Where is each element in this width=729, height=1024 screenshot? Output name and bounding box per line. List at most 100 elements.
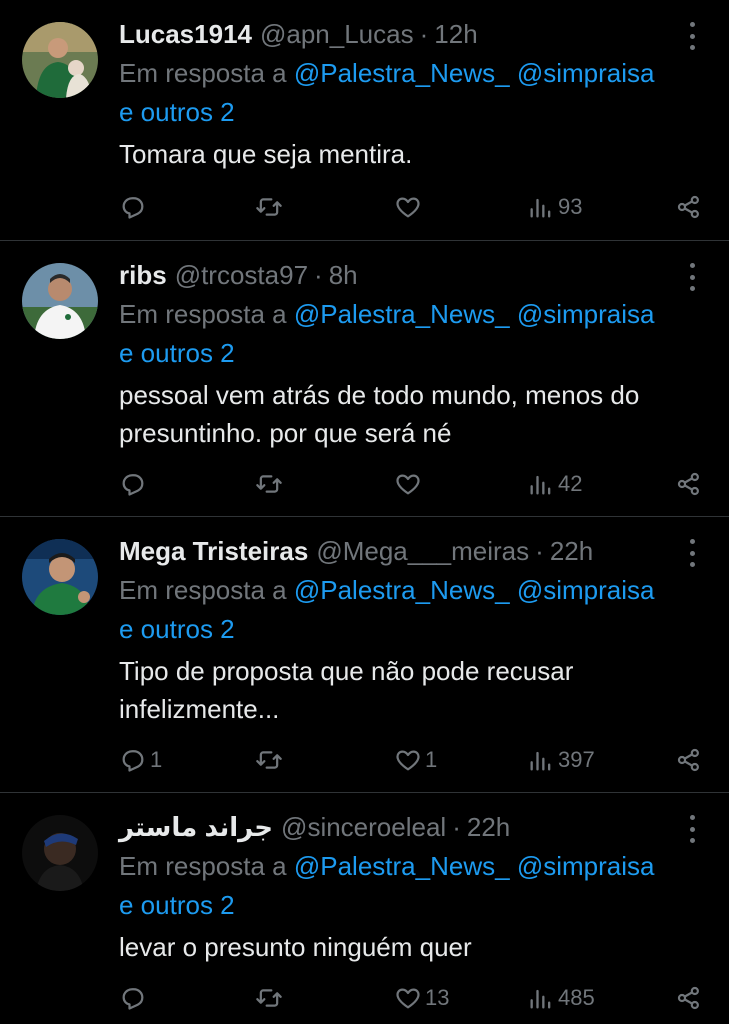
mention-link[interactable]: @simpraisa	[517, 299, 655, 329]
timestamp[interactable]: 12h	[434, 14, 477, 54]
user-handle[interactable]: @trcosta97	[175, 255, 308, 295]
heart-icon	[396, 988, 420, 1009]
more-icon[interactable]	[685, 539, 699, 567]
others-link[interactable]: e outros 2	[119, 97, 235, 127]
views-button[interactable]: 397	[527, 746, 595, 774]
like-button[interactable]: 13	[394, 984, 449, 1012]
view-count: 397	[558, 747, 595, 772]
others-link[interactable]: e outros 2	[119, 338, 235, 368]
mention-link[interactable]: @Palestra_News_	[294, 58, 510, 88]
retweet-button[interactable]	[255, 193, 286, 221]
retweet-icon	[256, 198, 282, 216]
like-button[interactable]	[394, 193, 425, 221]
reply-icon	[122, 197, 144, 219]
share-button[interactable]	[675, 746, 703, 774]
mention-link[interactable]: @simpraisa	[517, 575, 655, 605]
reply-button[interactable]	[119, 984, 150, 1012]
display-name[interactable]: Mega Tristeiras	[119, 531, 308, 571]
reply-icon	[122, 474, 144, 496]
reply-prefix: Em resposta a	[119, 58, 294, 88]
separator-dot: ·	[535, 536, 544, 566]
action-bar: 1 1 397	[119, 742, 699, 778]
tweet[interactable]: Mega Tristeiras @Mega___meiras · 22h Em …	[0, 517, 729, 793]
tweet[interactable]: جراند ماستر @sinceroeleal · 22h Em respo…	[0, 793, 729, 1024]
reply-context: Em resposta a @Palestra_News_ @simpraisa…	[119, 847, 699, 925]
avatar[interactable]	[22, 539, 98, 615]
timestamp[interactable]: 22h	[467, 807, 510, 847]
tweet-text: Tipo de proposta que não pode recusar in…	[119, 652, 699, 728]
user-handle[interactable]: @Mega___meiras	[316, 531, 529, 571]
views-icon	[530, 198, 551, 218]
view-count: 42	[558, 471, 583, 496]
more-icon[interactable]	[685, 22, 699, 50]
share-icon	[677, 748, 699, 772]
more-icon[interactable]	[685, 263, 699, 291]
separator-dot: ·	[419, 19, 429, 49]
retweet-button[interactable]	[255, 746, 286, 774]
display-name[interactable]: ribs	[119, 255, 167, 295]
retweet-button[interactable]	[255, 470, 286, 498]
more-icon[interactable]	[685, 815, 699, 843]
share-button[interactable]	[675, 193, 703, 221]
reply-prefix: Em resposta a	[119, 299, 294, 329]
reply-context: Em resposta a @Palestra_News_ @simpraisa…	[119, 54, 699, 132]
reply-icon	[122, 750, 144, 772]
action-bar: 42	[119, 466, 699, 502]
others-link[interactable]: e outros 2	[119, 614, 235, 644]
tweet-text: levar o presunto ninguém quer	[119, 928, 699, 966]
reply-context: Em resposta a @Palestra_News_ @simpraisa…	[119, 295, 699, 373]
tweet[interactable]: Lucas1914 @apn_Lucas · 12h Em resposta a…	[0, 0, 729, 241]
timestamp[interactable]: 22h	[550, 531, 593, 571]
mention-link[interactable]: @simpraisa	[517, 58, 655, 88]
mention-link[interactable]: @Palestra_News_	[294, 575, 510, 605]
avatar[interactable]	[22, 263, 98, 339]
share-icon	[677, 472, 699, 496]
reply-button[interactable]	[119, 470, 150, 498]
timestamp[interactable]: 8h	[329, 255, 358, 295]
tweet-text-line: infelizmente...	[119, 694, 280, 724]
views-icon	[530, 751, 551, 771]
reply-context: Em resposta a @Palestra_News_ @simpraisa…	[119, 571, 699, 649]
views-icon	[530, 989, 551, 1009]
reply-prefix: Em resposta a	[119, 575, 294, 605]
reply-button[interactable]: 1	[119, 746, 162, 774]
others-link[interactable]: e outros 2	[119, 890, 235, 920]
action-bar: 93	[119, 189, 699, 225]
share-button[interactable]	[675, 470, 703, 498]
like-button[interactable]	[394, 470, 425, 498]
tweet-text-line: pessoal vem atrás de todo mundo, menos d…	[119, 380, 640, 410]
separator-dot: ·	[452, 812, 461, 842]
tweet-text-line: presuntinho. por que será né	[119, 418, 452, 448]
avatar[interactable]	[22, 22, 98, 98]
views-icon	[530, 475, 551, 495]
mention-link[interactable]: @Palestra_News_	[294, 299, 510, 329]
views-button[interactable]: 93	[527, 193, 582, 221]
tweet-text-line: levar o presunto ninguém quer	[119, 932, 472, 962]
share-button[interactable]	[675, 984, 703, 1012]
reply-feed: Lucas1914 @apn_Lucas · 12h Em resposta a…	[0, 0, 729, 1024]
action-bar: 13 485	[119, 980, 699, 1016]
user-handle[interactable]: @sinceroeleal	[281, 807, 446, 847]
tweet-text-line: Tomara que seja mentira.	[119, 139, 413, 169]
reply-button[interactable]	[119, 193, 150, 221]
like-button[interactable]: 1	[394, 746, 437, 774]
like-count: 13	[425, 985, 450, 1010]
share-icon	[677, 986, 699, 1010]
mention-link[interactable]: @Palestra_News_	[294, 851, 510, 881]
mention-link[interactable]: @simpraisa	[517, 851, 655, 881]
views-button[interactable]: 42	[527, 470, 582, 498]
tweet-text: pessoal vem atrás de todo mundo, menos d…	[119, 376, 699, 452]
retweet-icon	[256, 475, 282, 493]
tweet[interactable]: ribs @trcosta97 · 8h Em resposta a @Pale…	[0, 241, 729, 517]
avatar[interactable]	[22, 815, 98, 891]
like-count: 1	[425, 747, 438, 772]
display-name[interactable]: Lucas1914	[119, 14, 252, 54]
reply-prefix: Em resposta a	[119, 851, 294, 881]
retweet-icon	[256, 751, 282, 769]
retweet-button[interactable]	[255, 984, 286, 1012]
user-handle[interactable]: @apn_Lucas	[260, 14, 414, 54]
views-button[interactable]: 485	[527, 984, 595, 1012]
reply-icon	[122, 988, 144, 1010]
display-name[interactable]: جراند ماستر	[119, 807, 273, 847]
view-count: 485	[558, 985, 595, 1010]
